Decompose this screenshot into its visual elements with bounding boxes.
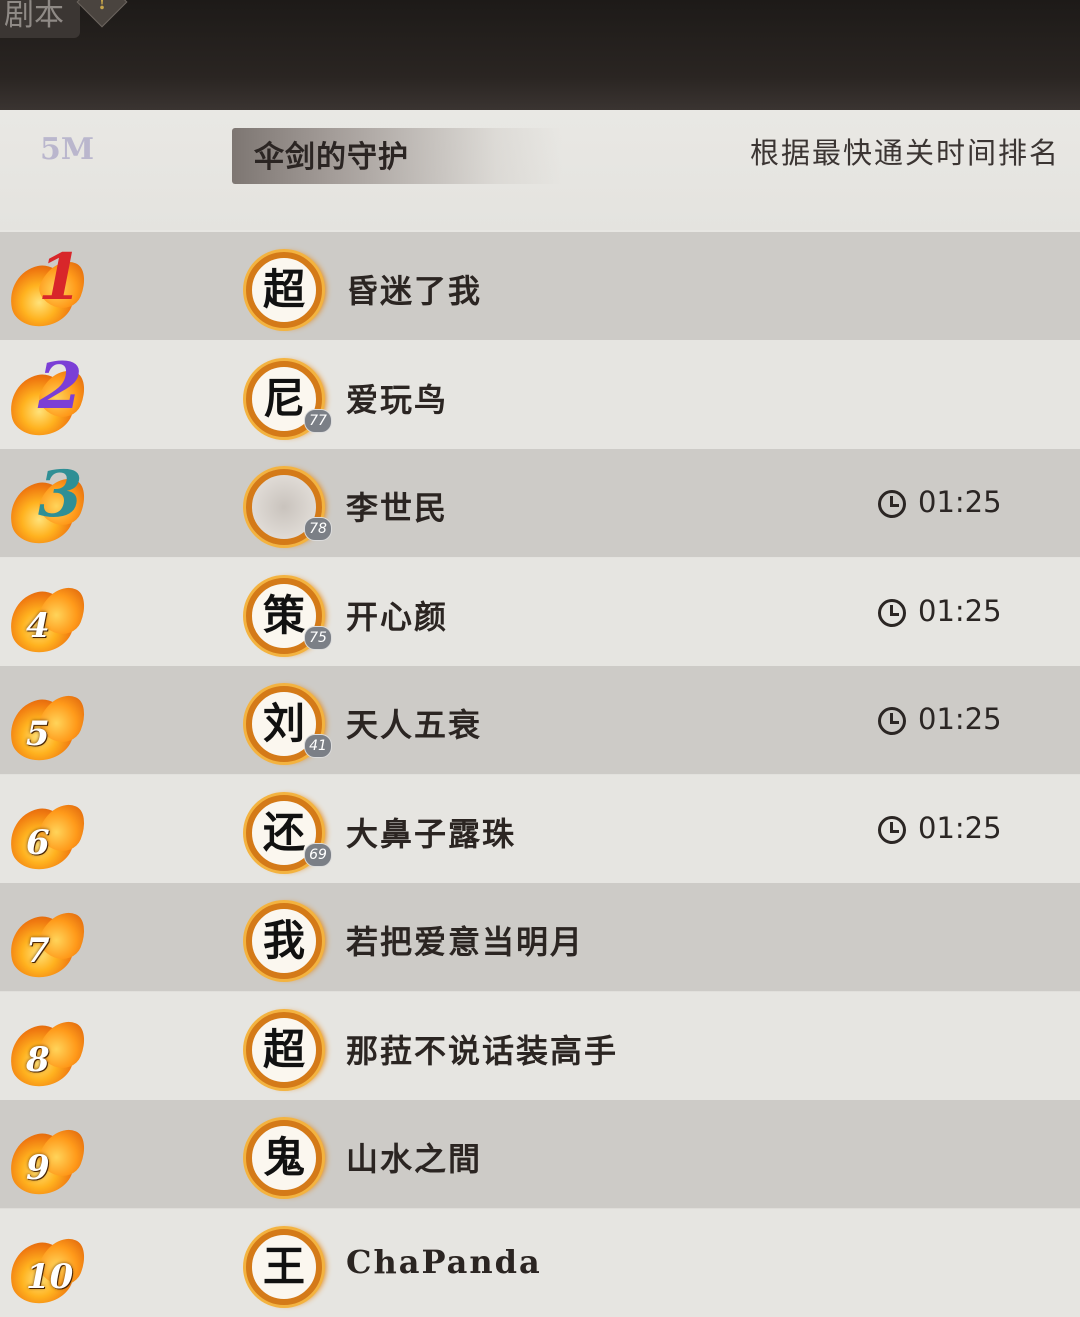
leaderboard-row[interactable]: 8 超 那菈不说话装高手 xyxy=(0,992,1080,1100)
player-avatar[interactable]: 超 xyxy=(246,252,322,328)
rank-number: 6 xyxy=(26,823,50,863)
clear-time: 01:25 xyxy=(878,594,1002,630)
clock-icon xyxy=(878,707,906,735)
leaderboard-panel: 5M 伞剑的守护 根据最快通关时间排名 1 超昏迷了我 2 尼 77 爱玩鸟 3 78 李世民 0… xyxy=(0,110,1080,1317)
rank-badge: 2 xyxy=(4,349,98,441)
top-bar: 剧本 ! xyxy=(0,0,1080,110)
rank-number: 8 xyxy=(26,1040,50,1080)
rank-badge: 6 xyxy=(4,789,98,875)
rank-number: 10 xyxy=(26,1257,74,1297)
sort-criterion-label: 根据最快通关时间排名 xyxy=(749,136,1060,170)
player-name: 开心颜 xyxy=(346,598,449,636)
rank-number: 9 xyxy=(26,1148,50,1188)
rank-badge: 1 xyxy=(4,240,98,332)
alert-icon[interactable]: ! xyxy=(76,0,128,28)
rank-badge: 9 xyxy=(4,1114,98,1200)
player-name: 天人五衰 xyxy=(346,706,483,744)
leaderboard-row[interactable]: 7 我 若把爱意当明月 xyxy=(0,883,1080,991)
leaderboard-header: 5M 伞剑的守护 根据最快通关时间排名 xyxy=(0,110,1080,230)
player-name: 大鼻子露珠 xyxy=(346,815,517,853)
leaderboard-row[interactable]: 1 超 昏迷了我 xyxy=(0,232,1080,340)
leaderboard-row[interactable]: 6 还 69 大鼻子露珠 01:25 xyxy=(0,775,1080,883)
rank-badge: 5 xyxy=(4,680,98,766)
player-name: 昏迷了我 xyxy=(346,272,483,310)
clear-time: 01:25 xyxy=(878,485,1002,521)
player-level-badge: 77 xyxy=(304,409,332,433)
avatar-character: 超 xyxy=(262,265,305,314)
leaderboard-row[interactable]: 3 78 李世民 01:25 xyxy=(0,449,1080,557)
rank-badge: 4 xyxy=(4,572,98,658)
rank-badge: 3 xyxy=(4,457,98,549)
avatar-character: 超 xyxy=(262,1025,305,1074)
player-name: 李世民 xyxy=(346,489,449,527)
player-name: 若把爱意当明月 xyxy=(346,923,585,961)
clear-time-value: 01:25 xyxy=(918,485,1002,519)
player-level-badge: 41 xyxy=(304,734,332,758)
clear-time: 01:25 xyxy=(878,702,1002,738)
clock-icon xyxy=(878,599,906,627)
avatar-character: 我 xyxy=(262,916,305,965)
player-avatar[interactable]: 鬼 xyxy=(246,1120,322,1196)
leaderboard-row[interactable]: 9 鬼 山水之間 xyxy=(0,1100,1080,1208)
leaderboard-row[interactable]: 4 策 75 开心颜 01:25 xyxy=(0,558,1080,666)
clear-time-value: 01:25 xyxy=(918,702,1002,736)
clear-time: 01:25 xyxy=(878,811,1002,847)
rank-number: 7 xyxy=(26,931,50,971)
rank-badge: 10 xyxy=(4,1223,98,1309)
dungeon-title: 伞剑的守护 xyxy=(254,140,409,175)
leaderboard-row[interactable]: 2 尼 77 爱玩鸟 xyxy=(0,341,1080,449)
leaderboard-row[interactable]: 10 王 ChaPanda xyxy=(0,1209,1080,1317)
rank-number: 5 xyxy=(26,714,50,754)
player-avatar[interactable]: 王 xyxy=(246,1229,322,1305)
clock-icon xyxy=(878,490,906,518)
rank-number: 2 xyxy=(38,349,83,424)
rank-number: 4 xyxy=(26,606,50,646)
clear-time-value: 01:25 xyxy=(918,594,1002,628)
player-avatar[interactable]: 我 xyxy=(246,903,322,979)
rank-number: 3 xyxy=(38,457,83,532)
alert-glyph: ! xyxy=(97,0,107,14)
leaderboard-row[interactable]: 5 刘 41 天人五衰 01:25 xyxy=(0,666,1080,774)
scenario-tab[interactable]: 剧本 xyxy=(0,0,80,38)
clear-time-value: 01:25 xyxy=(918,811,1002,845)
clock-icon xyxy=(878,816,906,844)
player-name: 爱玩鸟 xyxy=(346,381,449,419)
rank-number: 1 xyxy=(38,240,83,315)
avatar-character: 王 xyxy=(262,1242,305,1291)
player-name: 山水之間 xyxy=(346,1140,483,1178)
rank-badge: 7 xyxy=(4,897,98,983)
player-name: 那菈不说话装高手 xyxy=(346,1032,619,1070)
player-avatar[interactable]: 超 xyxy=(246,1012,322,1088)
player-level-badge: 78 xyxy=(304,517,332,541)
emblem-icon: 5M xyxy=(40,132,95,167)
avatar-character: 鬼 xyxy=(262,1133,305,1182)
player-level-badge: 69 xyxy=(304,843,332,867)
player-name: ChaPanda xyxy=(346,1243,542,1281)
rank-badge: 8 xyxy=(4,1006,98,1092)
player-level-badge: 75 xyxy=(304,626,332,650)
